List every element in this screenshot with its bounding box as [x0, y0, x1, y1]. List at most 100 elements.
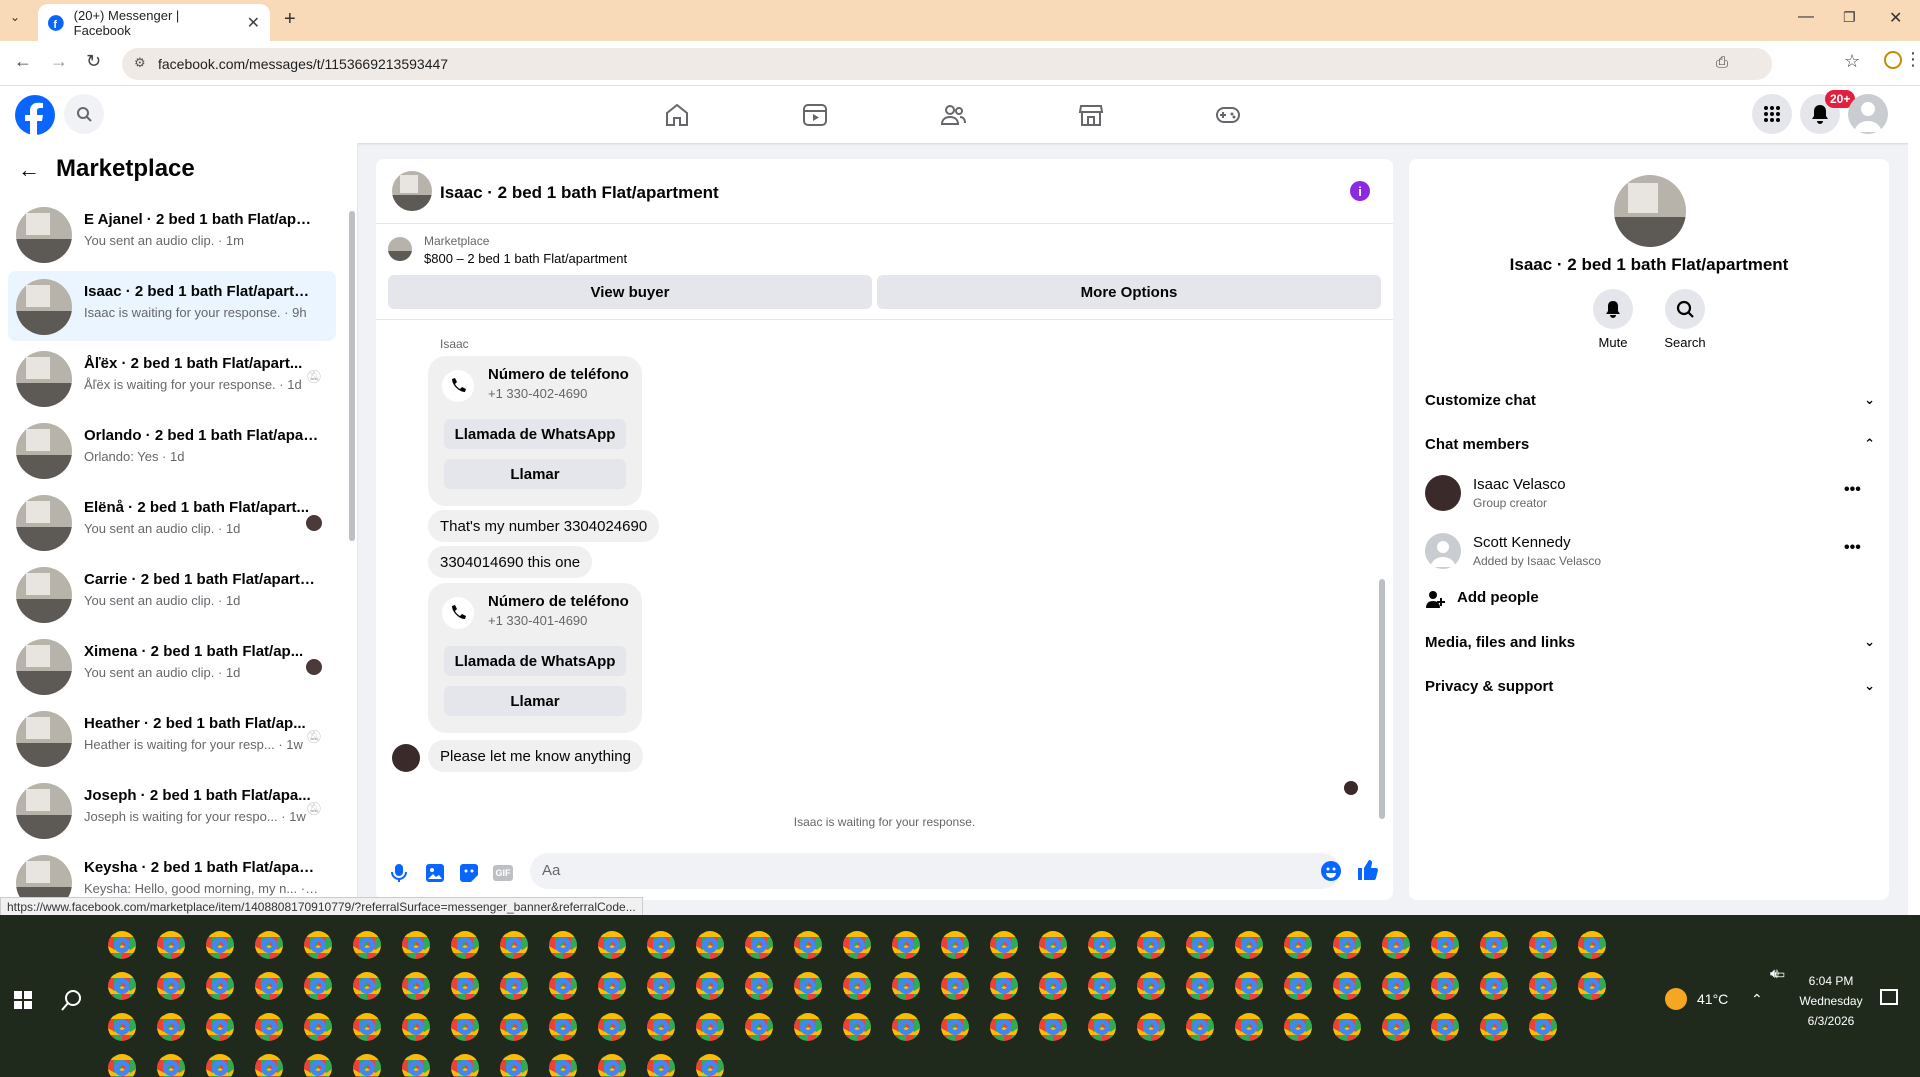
- new-tab-icon[interactable]: +: [284, 8, 296, 31]
- chrome-taskbar-icon[interactable]: [108, 1054, 136, 1077]
- marketplace-icon[interactable]: [1078, 102, 1104, 128]
- chrome-taskbar-icon[interactable]: [1186, 972, 1214, 1000]
- conversation-item[interactable]: Orlando · 2 bed 1 bath Flat/apar... Orlan…: [8, 415, 336, 485]
- clock-day[interactable]: Wednesday: [1796, 994, 1866, 1008]
- chrome-taskbar-icon[interactable]: [1431, 1013, 1459, 1041]
- chrome-taskbar-icon[interactable]: [794, 972, 822, 1000]
- chrome-taskbar-icon[interactable]: [353, 1054, 381, 1077]
- chrome-taskbar-icon[interactable]: [892, 972, 920, 1000]
- chrome-taskbar-icon[interactable]: [1137, 1013, 1165, 1041]
- whatsapp-call-button[interactable]: Llamada de WhatsApp: [444, 646, 626, 676]
- clock-date[interactable]: 6/3/2026: [1796, 1014, 1866, 1028]
- chrome-taskbar-icon[interactable]: [941, 972, 969, 1000]
- more-options-button[interactable]: More Options: [877, 275, 1381, 309]
- chrome-taskbar-icon[interactable]: [108, 1013, 136, 1041]
- menu-grid-button[interactable]: [1752, 94, 1792, 134]
- message-input[interactable]: Aa: [530, 853, 1340, 889]
- chrome-taskbar-icon[interactable]: [500, 1013, 528, 1041]
- conversation-item[interactable]: Isaac · 2 bed 1 bath Flat/apartm... Isaac…: [8, 271, 336, 341]
- message-bubble[interactable]: That's my number 3304024690: [428, 510, 660, 542]
- chat-members-row[interactable]: Chat members ⌃: [1425, 436, 1875, 453]
- chrome-taskbar-icon[interactable]: [1333, 931, 1361, 959]
- chrome-taskbar-icon[interactable]: [1284, 1013, 1312, 1041]
- chrome-taskbar-icon[interactable]: [549, 972, 577, 1000]
- chrome-taskbar-icon[interactable]: [647, 1054, 675, 1077]
- chrome-taskbar-icon[interactable]: [745, 1013, 773, 1041]
- chrome-taskbar-icon[interactable]: [206, 1013, 234, 1041]
- search-icon[interactable]: [61, 989, 83, 1011]
- install-icon[interactable]: ⎙: [1716, 54, 1728, 71]
- emoji-icon[interactable]: [1321, 861, 1341, 881]
- sticker-icon[interactable]: [459, 863, 479, 883]
- chrome-taskbar-icon[interactable]: [1088, 931, 1116, 959]
- chrome-taskbar-icon[interactable]: [598, 972, 626, 1000]
- windows-start-icon[interactable]: [14, 991, 32, 1009]
- chrome-taskbar-icon[interactable]: [1088, 1013, 1116, 1041]
- chrome-taskbar-icon[interactable]: [206, 1054, 234, 1077]
- chrome-taskbar-icon[interactable]: [500, 972, 528, 1000]
- chrome-taskbar-icon[interactable]: [598, 931, 626, 959]
- search-button[interactable]: [64, 94, 104, 134]
- search-chat-button[interactable]: [1665, 289, 1705, 329]
- mute-button[interactable]: [1593, 289, 1633, 329]
- chrome-taskbar-icon[interactable]: [157, 931, 185, 959]
- notification-center-icon[interactable]: [1880, 989, 1898, 1005]
- chrome-taskbar-icon[interactable]: [108, 972, 136, 1000]
- chrome-taskbar-icon[interactable]: [1529, 931, 1557, 959]
- chrome-taskbar-icon[interactable]: [157, 972, 185, 1000]
- more-icon[interactable]: •••: [1844, 539, 1861, 557]
- reload-icon[interactable]: ↻: [86, 51, 101, 72]
- chrome-taskbar-icon[interactable]: [1578, 931, 1606, 959]
- photo-icon[interactable]: [425, 863, 445, 883]
- forward-icon[interactable]: →: [50, 51, 68, 72]
- menu-icon[interactable]: ⋮: [1904, 49, 1920, 70]
- chrome-taskbar-icon[interactable]: [353, 931, 381, 959]
- chat-avatar[interactable]: [392, 171, 432, 211]
- chrome-taskbar-icon[interactable]: [1480, 1013, 1508, 1041]
- chrome-taskbar-icon[interactable]: [157, 1013, 185, 1041]
- privacy-support-row[interactable]: Privacy & support ⌄: [1425, 678, 1875, 695]
- chrome-taskbar-icon[interactable]: [1088, 972, 1116, 1000]
- chrome-taskbar-icon[interactable]: [304, 1054, 332, 1077]
- details-avatar[interactable]: [1614, 175, 1686, 247]
- chrome-taskbar-icon[interactable]: [794, 1013, 822, 1041]
- conversation-item[interactable]: Ximena · 2 bed 1 bath Flat/ap... You sent…: [8, 631, 336, 701]
- chrome-taskbar-icon[interactable]: [255, 1013, 283, 1041]
- chat-scrollbar[interactable]: [1379, 579, 1385, 819]
- chrome-taskbar-icon[interactable]: [304, 1013, 332, 1041]
- chrome-taskbar-icon[interactable]: [206, 931, 234, 959]
- member-name[interactable]: Isaac Velasco: [1473, 476, 1566, 493]
- video-icon[interactable]: [802, 102, 828, 128]
- chat-title[interactable]: Isaac · 2 bed 1 bath Flat/apartment: [440, 183, 719, 203]
- chrome-taskbar-icon[interactable]: [1186, 1013, 1214, 1041]
- message-bubble[interactable]: 3304014690 this one: [428, 546, 593, 578]
- chrome-taskbar-icon[interactable]: [1039, 931, 1067, 959]
- tab-search-icon[interactable]: ⌄: [10, 10, 20, 24]
- member-avatar[interactable]: [1425, 533, 1461, 569]
- chrome-taskbar-icon[interactable]: [108, 931, 136, 959]
- chrome-taskbar-icon[interactable]: [549, 1013, 577, 1041]
- chrome-taskbar-icon[interactable]: [1382, 931, 1410, 959]
- listing-title[interactable]: $800 – 2 bed 1 bath Flat/apartment: [424, 251, 627, 266]
- chrome-taskbar-icon[interactable]: [255, 931, 283, 959]
- like-icon[interactable]: [1356, 859, 1378, 881]
- chrome-taskbar-icon[interactable]: [1382, 1013, 1410, 1041]
- chrome-taskbar-icon[interactable]: [794, 931, 822, 959]
- chrome-taskbar-icon[interactable]: [206, 972, 234, 1000]
- chrome-taskbar-icon[interactable]: [696, 931, 724, 959]
- view-buyer-button[interactable]: View buyer: [388, 275, 872, 309]
- chrome-taskbar-icon[interactable]: [304, 972, 332, 1000]
- chrome-taskbar-icon[interactable]: [843, 972, 871, 1000]
- call-button[interactable]: Llamar: [444, 686, 626, 716]
- chrome-taskbar-icon[interactable]: [1431, 931, 1459, 959]
- speaker-icon[interactable]: 🔊︎: [1770, 965, 1779, 982]
- weather-icon[interactable]: [1665, 988, 1687, 1010]
- chrome-taskbar-icon[interactable]: [745, 931, 773, 959]
- sender-avatar[interactable]: [392, 744, 420, 772]
- chrome-taskbar-icon[interactable]: [892, 1013, 920, 1041]
- chrome-taskbar-icon[interactable]: [1431, 972, 1459, 1000]
- chrome-taskbar-icon[interactable]: [843, 1013, 871, 1041]
- chrome-taskbar-icon[interactable]: [892, 931, 920, 959]
- whatsapp-call-button[interactable]: Llamada de WhatsApp: [444, 419, 626, 449]
- chrome-taskbar-icon[interactable]: [304, 931, 332, 959]
